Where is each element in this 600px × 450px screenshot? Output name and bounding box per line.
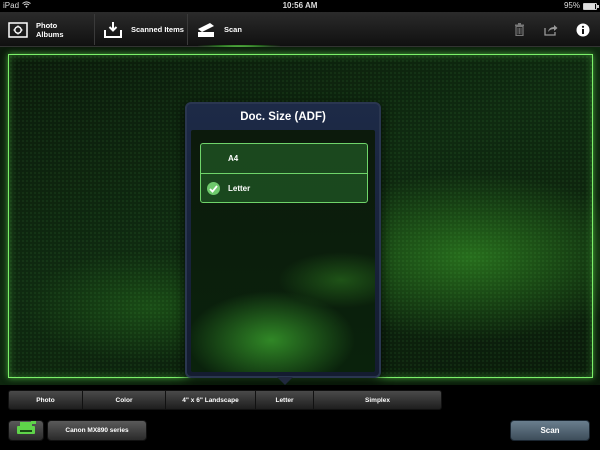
setting-document-size[interactable]: 4" x 6" Landscape [166,391,256,409]
share-icon[interactable] [544,23,558,37]
doc-size-option-list: A4 Letter [200,143,368,203]
status-bar: iPad 10:56 AM 95% [0,0,600,12]
photo-albums-icon [8,20,28,40]
scanned-items-button[interactable]: Scanned Items [95,12,187,47]
popover-body: A4 Letter [191,130,375,372]
setting-color-mode[interactable]: Color [83,391,166,409]
popover-arrow [277,377,293,385]
scan-button[interactable]: Scan [510,420,590,441]
doc-size-popover: Doc. Size (ADF) A4 Letter [185,102,381,385]
battery-fill [584,3,596,9]
photo-albums-button[interactable]: Photo Albums [0,12,94,47]
setting-duplex[interactable]: Simplex [314,391,441,409]
printer-select-button[interactable] [8,420,44,441]
setting-document-type[interactable]: Photo [9,391,83,409]
scan-tab-button[interactable]: Scan [188,12,280,47]
printer-icon [15,421,37,440]
scan-tab-label: Scan [224,25,242,34]
option-letter[interactable]: Letter [201,173,367,202]
photo-albums-label-line1: Photo [36,20,58,30]
trash-icon[interactable] [512,23,526,37]
popover-title: Doc. Size (ADF) [240,111,326,123]
setting-paper-size[interactable]: Letter [256,391,314,409]
printer-name-button[interactable]: Canon MX890 series [47,420,147,441]
info-icon[interactable] [576,23,590,37]
toolbar: Photo Albums Scanned Items Scan [0,12,600,47]
status-time: 10:56 AM [282,1,318,10]
option-a4[interactable]: A4 [201,144,367,173]
photo-albums-label-line2: Albums [36,29,64,39]
scanned-items-label: Scanned Items [131,25,184,34]
option-label: Letter [228,183,251,193]
status-right: 95% [563,0,599,12]
checkmark-icon [207,182,220,195]
option-label: A4 [228,154,239,163]
battery-icon [583,2,599,10]
scan-icon [196,20,216,40]
toolbar-right-actions [512,12,590,47]
battery-percent: 95% [563,1,580,10]
scanned-items-icon [103,20,123,40]
scan-settings-bar: Photo Color 4" x 6" Landscape Letter Sim… [8,390,442,410]
